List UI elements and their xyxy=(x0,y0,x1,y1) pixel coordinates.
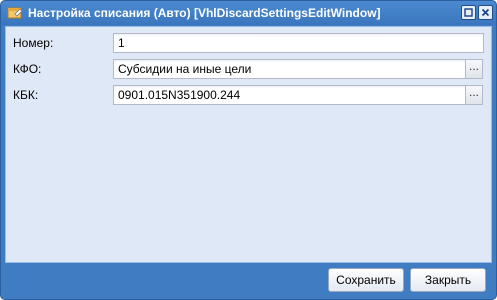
number-field[interactable]: 1 xyxy=(113,33,484,53)
window-titlebar[interactable]: Настройка списания (Авто) [VhlDiscardSet… xyxy=(1,1,496,25)
save-button[interactable]: Сохранить xyxy=(328,268,404,292)
number-label: Номер: xyxy=(13,36,54,50)
close-icon[interactable] xyxy=(478,5,493,20)
kbk-select-trigger[interactable]: ... xyxy=(465,85,483,105)
kfo-field[interactable]: Субсидии на иные цели xyxy=(113,59,466,79)
edit-window: Настройка списания (Авто) [VhlDiscardSet… xyxy=(0,0,497,300)
maximize-icon[interactable] xyxy=(461,5,476,20)
kfo-select-trigger[interactable]: ... xyxy=(465,59,483,79)
kbk-label: КБК: xyxy=(13,88,39,102)
window-title: Настройка списания (Авто) [VhlDiscardSet… xyxy=(28,6,381,20)
window-settings-icon xyxy=(7,6,23,20)
close-button[interactable]: Закрыть xyxy=(410,268,486,292)
kfo-label: КФО: xyxy=(13,62,42,76)
kbk-field[interactable]: 0901.015N351900.244 xyxy=(113,85,466,105)
